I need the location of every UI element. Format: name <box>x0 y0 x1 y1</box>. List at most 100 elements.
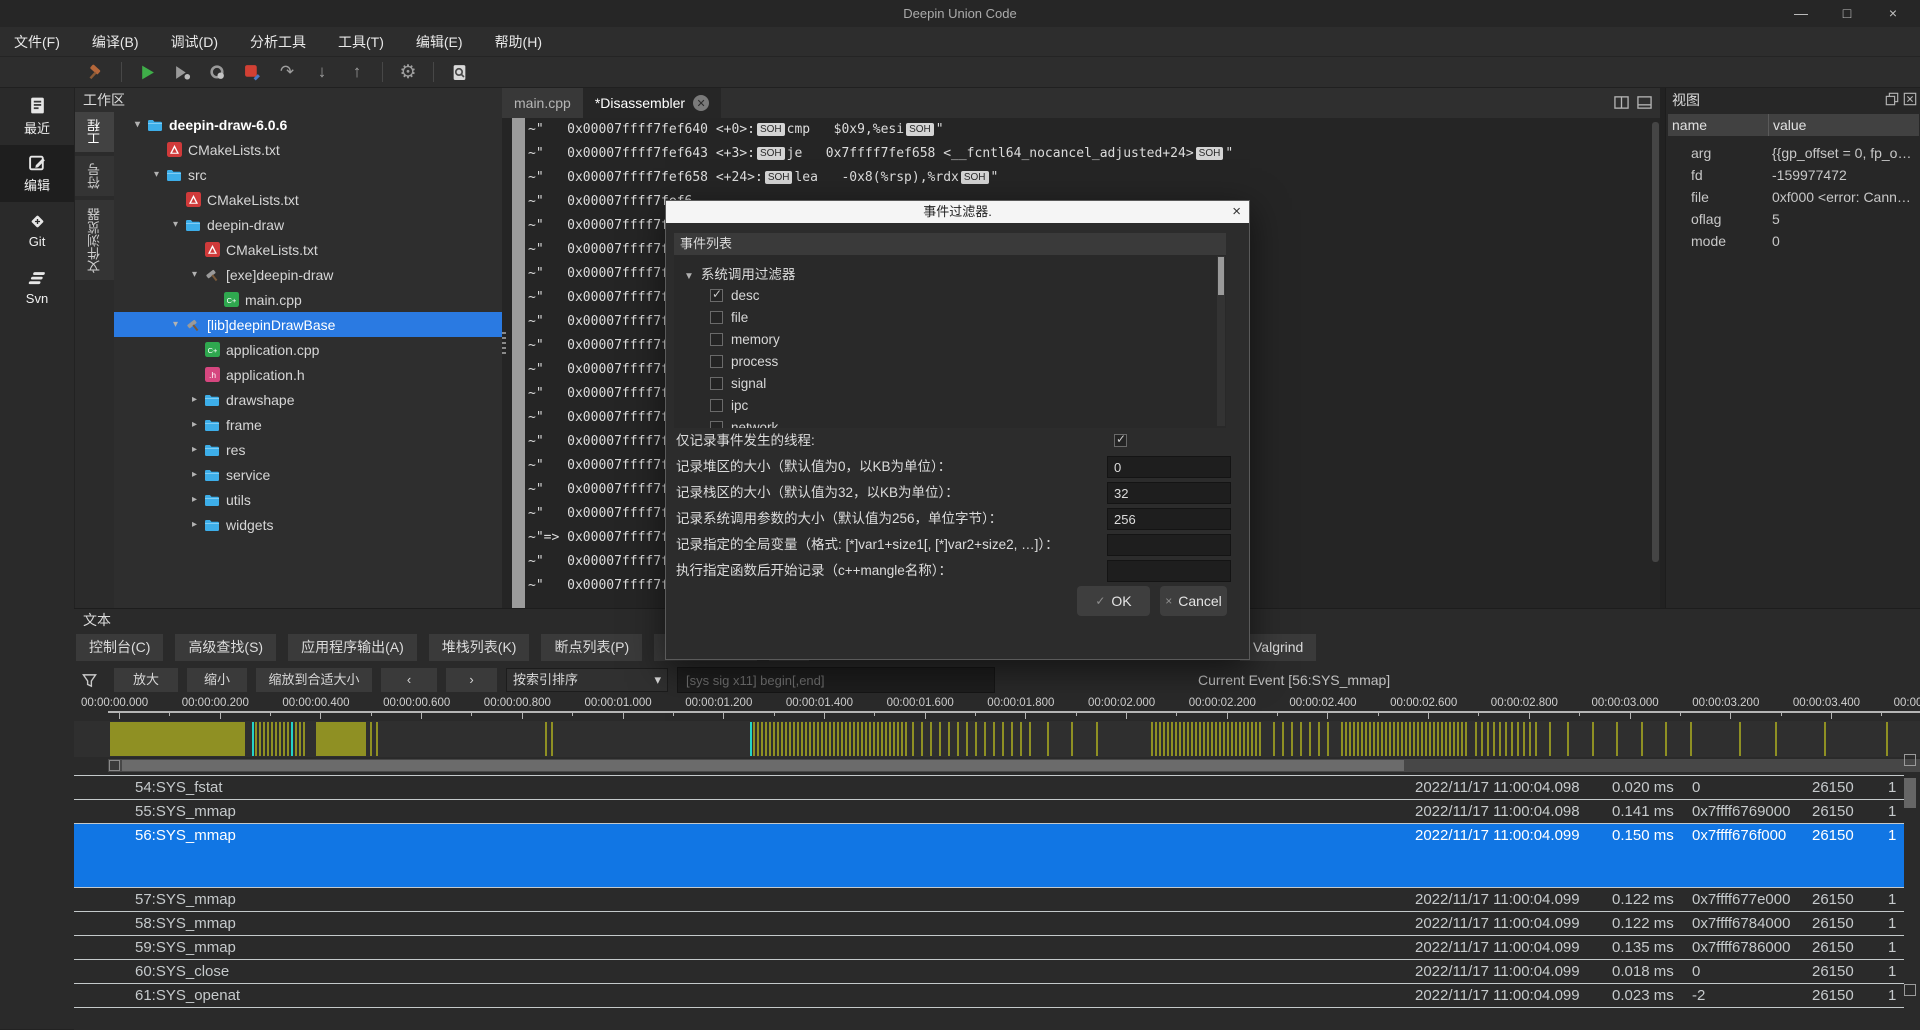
run-icon[interactable] <box>137 62 157 82</box>
chevron-down-icon[interactable]: ▾ <box>147 169 166 180</box>
filter-option-signal[interactable]: signal <box>710 373 766 393</box>
sort-dropdown[interactable]: 按索引排序▾ <box>506 668 668 692</box>
event-table-scrollbar[interactable] <box>1902 752 1920 1029</box>
event-row-58[interactable]: 58:SYS_mmap2022/11/17 11:00:04.0990.122 … <box>74 911 1904 936</box>
filter-option-network[interactable]: network <box>710 417 778 428</box>
debug-continue-icon[interactable] <box>172 62 192 82</box>
filter-funnel-icon[interactable] <box>82 673 97 688</box>
chevron-right-icon[interactable]: ▸ <box>185 444 204 455</box>
variable-row[interactable]: arg{{gp_offset = 0, fp_o… <box>1668 142 1919 164</box>
bottom-tab-3[interactable]: 堆栈列表(K) <box>429 634 530 661</box>
bottom-tab-0[interactable]: 控制台(C) <box>76 634 163 661</box>
menu-item-1[interactable]: 编译(B) <box>92 32 139 52</box>
bottom-tab-2[interactable]: 应用程序输出(A) <box>288 634 417 661</box>
tree-row[interactable]: CMakeLists.txt <box>114 137 503 162</box>
settings-gear-icon[interactable]: ⚙ <box>398 62 418 82</box>
panel-layout-icon[interactable] <box>1637 95 1652 110</box>
tree-row[interactable]: ▸widgets <box>114 512 503 537</box>
tree-row[interactable]: C+application.cpp <box>114 337 503 362</box>
tree-row[interactable]: CMakeLists.txt <box>114 237 503 262</box>
chevron-down-icon[interactable]: ▾ <box>185 269 204 280</box>
checkbox-ipc[interactable] <box>710 399 723 412</box>
menu-item-6[interactable]: 帮助(H) <box>495 32 542 52</box>
dialog-close-icon[interactable]: × <box>1232 201 1241 223</box>
filter-option-desc[interactable]: desc <box>710 285 760 305</box>
checkbox-process[interactable] <box>710 355 723 368</box>
filter-option-ipc[interactable]: ipc <box>710 395 748 415</box>
activity-item-Git[interactable]: Git <box>0 202 74 259</box>
cancel-button[interactable]: ×Cancel <box>1160 586 1227 616</box>
tree-row[interactable]: ▾deepin-draw-6.0.6 <box>114 112 503 137</box>
timeline-button-0[interactable]: 放大 <box>114 668 178 692</box>
side-tab-file-browser[interactable]: 文件浏览器 <box>75 200 114 280</box>
dialog-input-1[interactable] <box>1107 456 1231 478</box>
chevron-right-icon[interactable]: ▸ <box>185 494 204 505</box>
event-row-59[interactable]: 59:SYS_mmap2022/11/17 11:00:04.0990.135 … <box>74 935 1904 960</box>
close-icon[interactable]: ✕ <box>693 95 709 111</box>
tree-row[interactable]: CMakeLists.txt <box>114 187 503 212</box>
activity-item-最近[interactable]: 最近 <box>0 88 74 145</box>
menu-item-2[interactable]: 调试(D) <box>171 32 218 52</box>
timeline-button-4[interactable]: › <box>446 668 497 692</box>
attach-process-icon[interactable] <box>207 62 227 82</box>
event-row-54[interactable]: 54:SYS_fstat2022/11/17 11:00:04.0980.020… <box>74 775 1904 800</box>
menu-item-3[interactable]: 分析工具 <box>250 32 306 52</box>
tree-root-syscall-filter[interactable]: ▼系统调用过滤器 <box>684 263 795 283</box>
timeline-scrollbar-thumb[interactable] <box>122 760 1404 771</box>
step-into-icon[interactable]: ↓ <box>312 62 332 82</box>
split-editor-icon[interactable] <box>1614 95 1629 110</box>
checkbox-desc[interactable] <box>710 289 723 302</box>
maximize-button[interactable]: □ <box>1824 0 1870 27</box>
side-tab-symbols[interactable]: 符号 <box>75 156 114 196</box>
activity-item-编辑[interactable]: 编辑 <box>0 145 74 202</box>
event-row-60[interactable]: 60:SYS_close2022/11/17 11:00:04.0990.018… <box>74 959 1904 984</box>
stop-debug-icon[interactable] <box>242 62 262 82</box>
side-tab-project[interactable]: 工程 <box>75 112 114 152</box>
timeline-button-1[interactable]: 缩小 <box>187 668 247 692</box>
variable-row[interactable]: oflag5 <box>1668 208 1919 230</box>
record-thread-checkbox[interactable] <box>1114 434 1127 447</box>
popout-icon[interactable] <box>1885 92 1899 106</box>
editor-tab-maincpp[interactable]: main.cpp <box>502 88 583 118</box>
checkbox-network[interactable] <box>710 421 723 429</box>
close-icon[interactable] <box>1903 92 1917 106</box>
event-row-56[interactable]: 56:SYS_mmap2022/11/17 11:00:04.0990.150 … <box>74 823 1904 888</box>
dialog-tree-scrollbar[interactable] <box>1217 256 1225 426</box>
dialog-input-2[interactable] <box>1107 482 1231 504</box>
event-table-scrollbar-bottom-square[interactable] <box>1904 984 1916 996</box>
activity-item-Svn[interactable]: Svn <box>0 259 74 316</box>
menu-item-4[interactable]: 工具(T) <box>338 32 384 52</box>
tree-row[interactable]: ▾[exe]deepin-draw <box>114 262 503 287</box>
chevron-down-icon[interactable]: ▾ <box>166 319 185 330</box>
tree-row[interactable]: ▸utils <box>114 487 503 512</box>
minimize-button[interactable]: — <box>1778 0 1824 27</box>
chevron-right-icon[interactable]: ▸ <box>185 469 204 480</box>
checkbox-signal[interactable] <box>710 377 723 390</box>
menu-item-0[interactable]: 文件(F) <box>14 32 60 52</box>
checkbox-file[interactable] <box>710 311 723 324</box>
chevron-right-icon[interactable]: ▸ <box>185 419 204 430</box>
variable-row[interactable]: mode0 <box>1668 230 1919 252</box>
bottom-tab-1[interactable]: 高级查找(S) <box>175 634 276 661</box>
filter-option-file[interactable]: file <box>710 307 748 327</box>
dialog-input-3[interactable] <box>1107 508 1231 530</box>
tree-row[interactable]: .happlication.h <box>114 362 503 387</box>
tree-row[interactable]: ▾[lib]deepinDrawBase <box>114 312 503 337</box>
tree-row[interactable]: C+main.cpp <box>114 287 503 312</box>
dialog-input-5[interactable] <box>1107 560 1231 582</box>
tree-row[interactable]: ▸service <box>114 462 503 487</box>
tree-row[interactable]: ▸drawshape <box>114 387 503 412</box>
event-row-61[interactable]: 61:SYS_openat2022/11/17 11:00:04.0990.02… <box>74 983 1904 1008</box>
panel-splitter[interactable] <box>502 332 506 354</box>
timeline-scrollbar[interactable] <box>108 759 1920 772</box>
timeline-scrollbar-button[interactable] <box>109 760 120 771</box>
tree-row[interactable]: ▾deepin-draw <box>114 212 503 237</box>
checkbox-memory[interactable] <box>710 333 723 346</box>
search-input[interactable] <box>677 667 995 693</box>
chevron-down-icon[interactable]: ▾ <box>166 219 185 230</box>
tab-valgrind[interactable]: Valgrind <box>1240 634 1316 661</box>
variable-row[interactable]: file0xf000 <error: Cann… <box>1668 186 1919 208</box>
chevron-right-icon[interactable]: ▸ <box>185 394 204 405</box>
search-file-icon[interactable] <box>449 62 469 82</box>
tree-row[interactable]: ▸frame <box>114 412 503 437</box>
